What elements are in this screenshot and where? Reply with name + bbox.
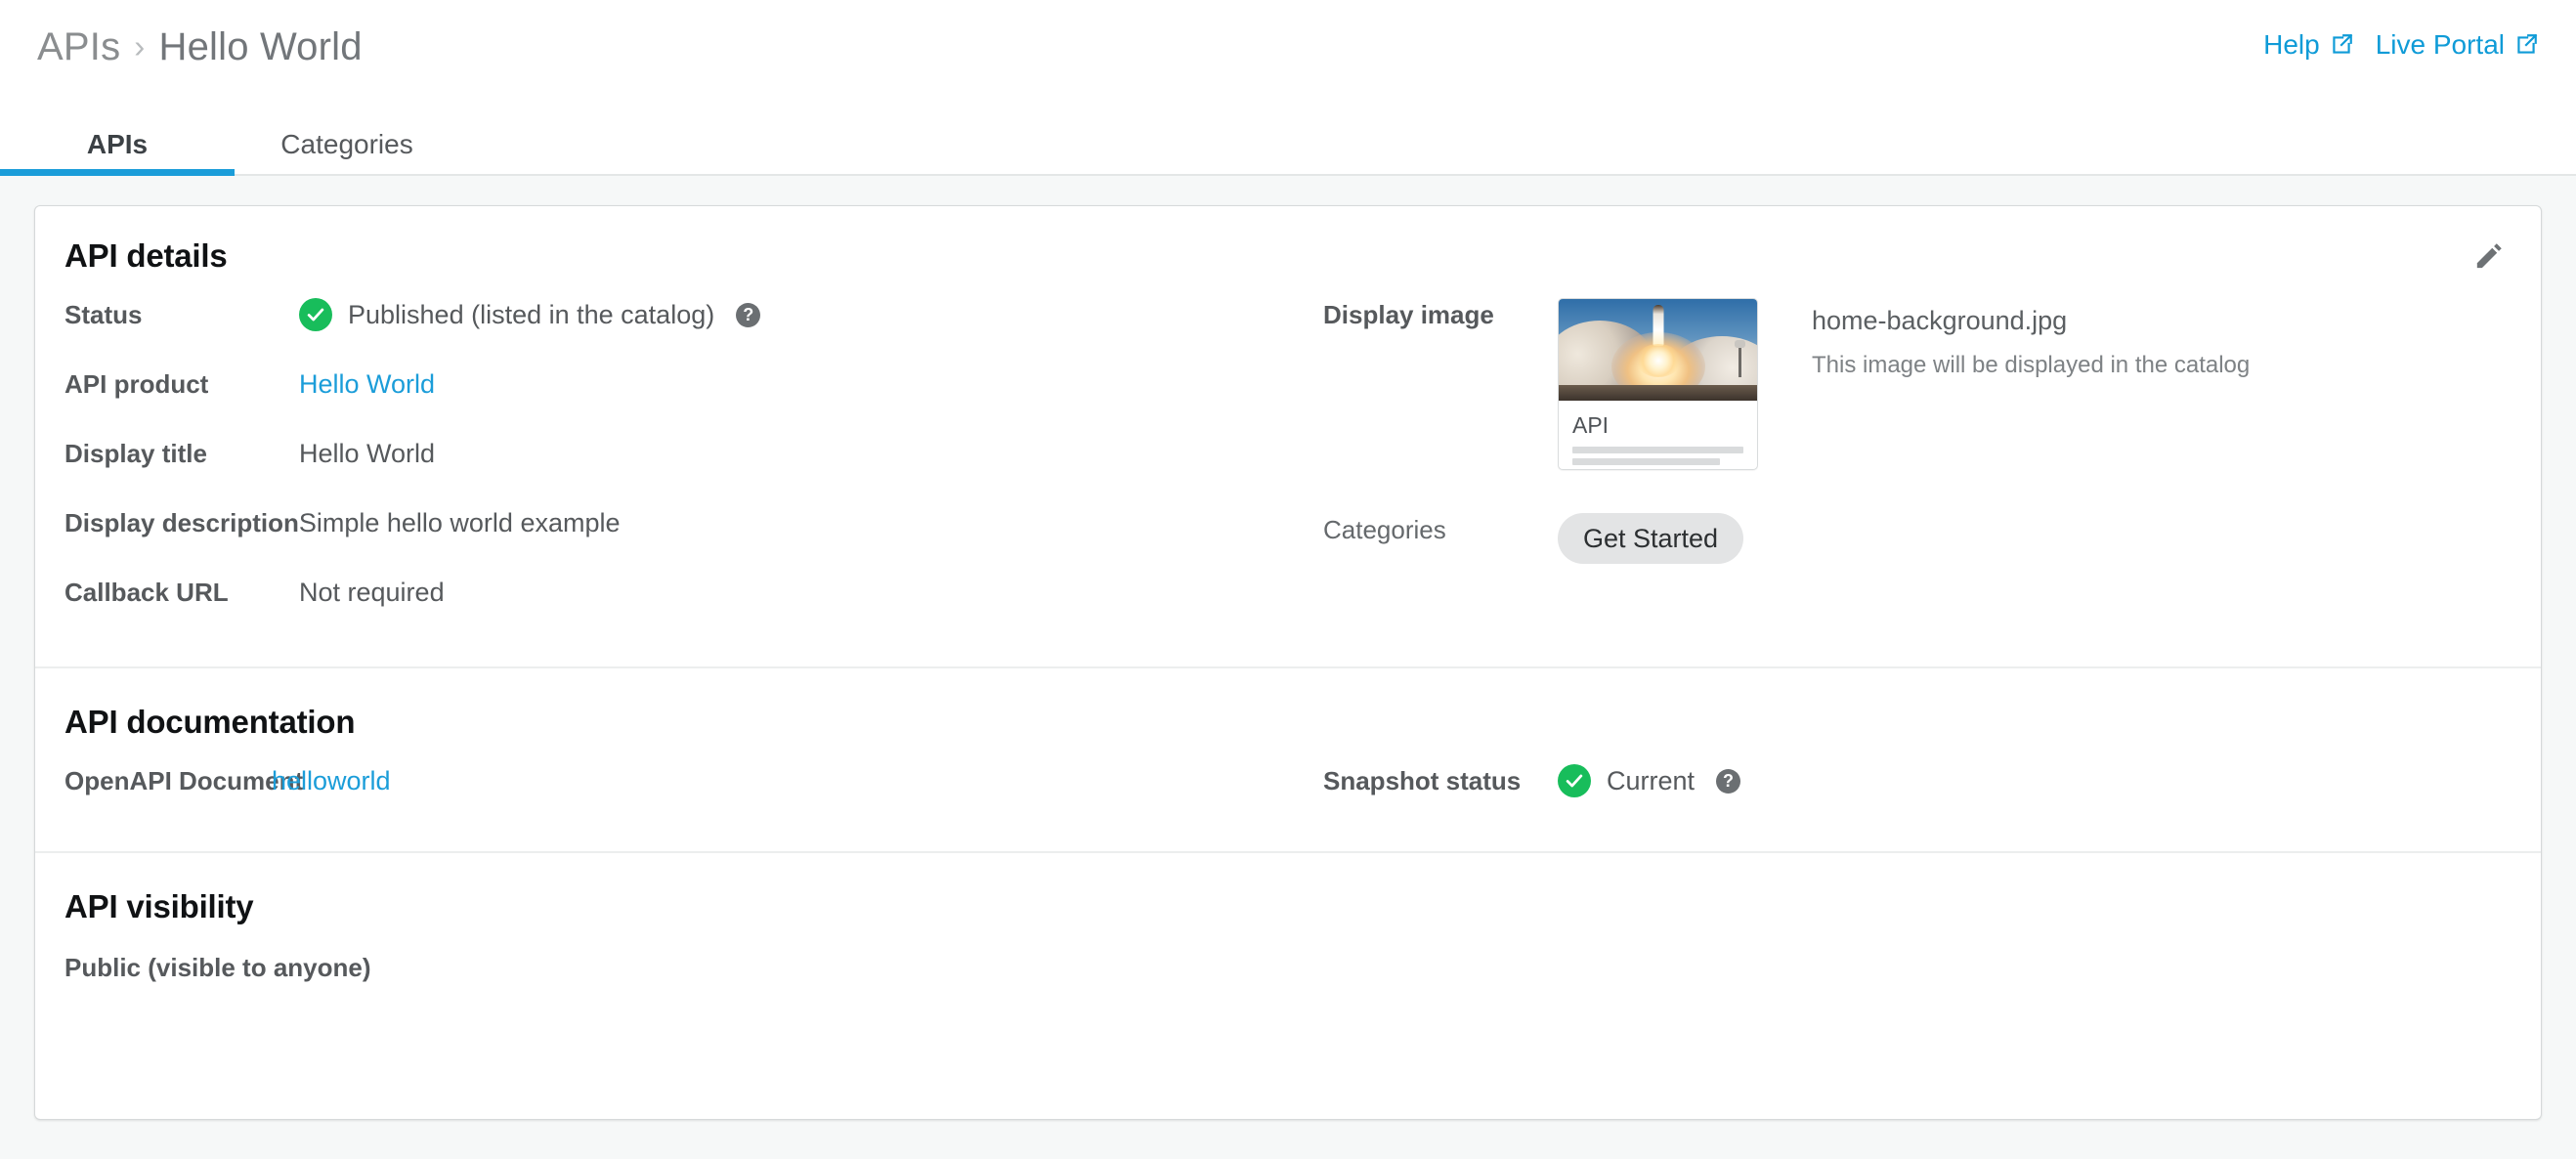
thumbnail-card-body: API [1559, 401, 1757, 465]
external-link-icon [2329, 32, 2354, 58]
api-details-columns: Status Published (listed in the catalog)… [35, 298, 2541, 623]
api-details-left-column: Status Published (listed in the catalog)… [35, 298, 1323, 623]
row-display-description: Display description Simple hello world e… [64, 506, 1323, 554]
api-detail-card: API details Status Published (listed in … [34, 205, 2542, 1120]
status-value: Published (listed in the catalog) [348, 300, 715, 329]
api-visibility-title: API visibility [64, 888, 254, 924]
snapshot-status-value: Current [1607, 766, 1696, 795]
pencil-icon [2472, 239, 2506, 273]
help-link[interactable]: Help [2263, 29, 2354, 61]
thumbnail-placeholder-line [1572, 447, 1743, 453]
page-body: API details Status Published (listed in … [0, 176, 2576, 1159]
top-header: APIs › Hello World Help Live Portal [0, 0, 2576, 115]
breadcrumb: APIs › Hello World [37, 25, 363, 69]
live-portal-link[interactable]: Live Portal [2376, 29, 2539, 61]
row-snapshot-status: Snapshot status Current ? [1323, 764, 2541, 797]
categories-label: Categories [1323, 515, 1446, 544]
api-details-title: API details [64, 237, 228, 274]
row-openapi-document: OpenAPI Document helloworld [64, 764, 1323, 812]
live-portal-link-label: Live Portal [2375, 29, 2505, 60]
breadcrumb-current: Hello World [158, 25, 363, 68]
display-description-value: Simple hello world example [298, 508, 621, 537]
tab-apis-label: APIs [86, 129, 149, 159]
api-documentation-title: API documentation [64, 704, 356, 740]
edit-button[interactable] [2465, 232, 2513, 280]
api-product-label: API product [64, 369, 209, 399]
display-image-hint: This image will be displayed in the cata… [1812, 352, 2251, 378]
breadcrumb-link-apis[interactable]: APIs [37, 25, 120, 69]
thumbnail-card-title: API [1572, 412, 1610, 438]
openapi-document-value-link[interactable]: helloworld [272, 764, 391, 797]
callback-url-value: Not required [299, 578, 445, 607]
categories-chip-list: Get Started [1558, 513, 1744, 564]
display-image-filename: home-background.jpg [1812, 306, 2068, 335]
openapi-document-label: OpenAPI Document [64, 766, 304, 795]
check-circle-icon [1558, 764, 1591, 797]
api-visibility-value: Public (visible to anyone) [64, 953, 371, 982]
breadcrumb-separator-icon: › [134, 27, 146, 64]
tab-categories[interactable]: Categories [235, 115, 459, 174]
row-callback-url: Callback URL Not required [64, 576, 1323, 623]
api-documentation-columns: OpenAPI Document helloworld Snapshot sta… [35, 764, 2541, 812]
tab-apis[interactable]: APIs [0, 115, 235, 176]
section-api-details: API details Status Published (listed in … [35, 206, 2541, 666]
status-label: Status [64, 300, 143, 329]
display-title-value: Hello World [299, 439, 436, 468]
status-value-group: Published (listed in the catalog) ? [299, 298, 761, 331]
display-image-meta: home-background.jpg This image will be d… [1812, 298, 2250, 380]
snapshot-status-help-icon[interactable]: ? [1716, 768, 1741, 794]
check-circle-icon [299, 298, 332, 331]
tab-bar: APIs Categories [0, 115, 2576, 176]
row-categories: Categories Get Started [1323, 513, 2541, 564]
callback-url-label: Callback URL [64, 578, 229, 607]
rocket-launch-photo [1559, 299, 1757, 401]
category-chip-get-started[interactable]: Get Started [1558, 513, 1744, 564]
status-help-icon[interactable]: ? [736, 302, 761, 327]
api-documentation-right-column: Snapshot status Current ? [1323, 764, 2541, 812]
section-api-documentation: API documentation OpenAPI Document hello… [35, 666, 2541, 851]
thumbnail-placeholder-line [1572, 458, 1720, 465]
display-image-thumbnail[interactable]: API [1558, 298, 1758, 470]
display-image-group: API home-background.jpg This image will … [1558, 298, 2250, 470]
snapshot-status-label: Snapshot status [1323, 766, 1522, 795]
section-api-visibility: API visibility Public (visible to anyone… [35, 851, 2541, 1022]
row-status: Status Published (listed in the catalog)… [64, 298, 1323, 346]
api-documentation-left-column: OpenAPI Document helloworld [35, 764, 1323, 812]
api-details-right-column: Display image API home-background.jpg Th… [1323, 298, 2541, 623]
display-image-label: Display image [1323, 300, 1494, 329]
api-product-value-link[interactable]: Hello World [299, 367, 435, 401]
row-display-image: Display image API home-background.jpg Th… [1323, 298, 2541, 470]
help-link-label: Help [2263, 29, 2320, 60]
row-display-title: Display title Hello World [64, 437, 1323, 485]
display-title-label: Display title [64, 439, 207, 468]
external-link-icon [2513, 32, 2539, 58]
display-description-label: Display description [64, 508, 299, 537]
tab-categories-label: Categories [280, 129, 413, 159]
snapshot-status-value-group: Current ? [1558, 764, 1741, 797]
row-api-product: API product Hello World [64, 367, 1323, 415]
header-links: Help Live Portal [2263, 29, 2539, 61]
